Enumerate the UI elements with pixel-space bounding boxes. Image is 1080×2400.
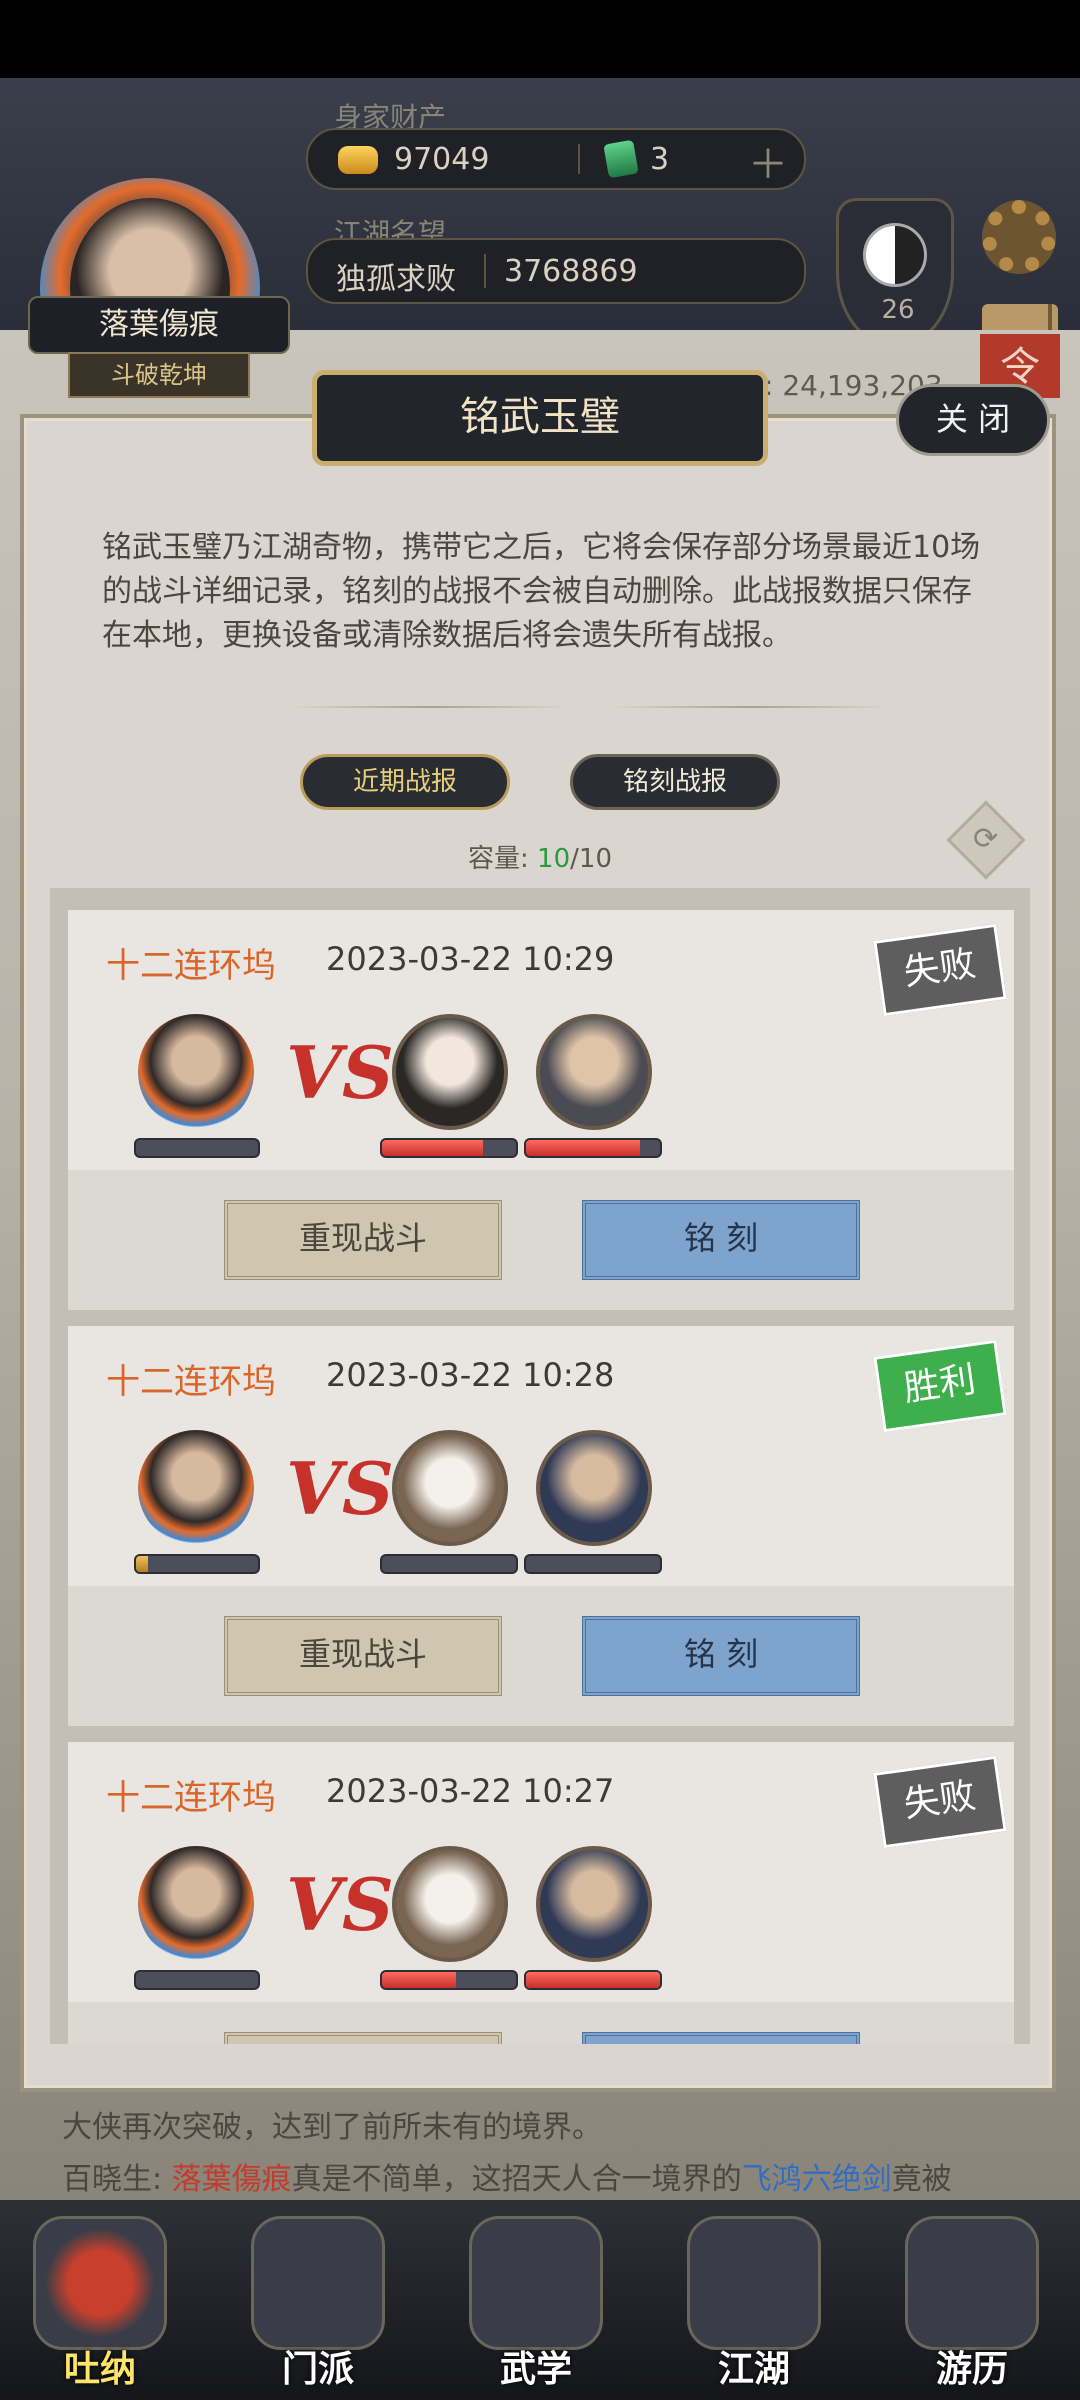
capacity-used: 10 <box>537 844 571 874</box>
battle-location: 十二连环坞 <box>106 946 276 986</box>
battle-card: 十二连环坞 2023-03-22 10:29 失败 VS 重现战斗 铭 刻 <box>68 910 1014 1310</box>
battle-card: 十二连环坞 2023-03-22 10:27 失败 VS 重现战斗 铭 刻 <box>68 1742 1014 2044</box>
divider-right <box>610 706 890 708</box>
travel-icon <box>905 2216 1039 2350</box>
meditation-icon <box>33 2216 167 2350</box>
capacity-total: /10 <box>570 844 612 874</box>
enemy-avatar[interactable] <box>536 1014 652 1130</box>
player-avatar-small <box>138 1846 254 1962</box>
engrave-button[interactable]: 铭 刻 <box>582 1200 860 1280</box>
player-avatar-small <box>138 1014 254 1130</box>
capacity-indicator: 容量: 10/10 <box>468 844 612 874</box>
enemy-avatar[interactable] <box>392 1430 508 1546</box>
vs-icon: VS <box>286 1446 394 1531</box>
vs-icon: VS <box>286 1030 394 1115</box>
battle-time: 2023-03-22 10:29 <box>326 940 615 978</box>
enemy-hp-bar <box>380 1970 518 1990</box>
gold-amount: 97049 <box>394 142 490 177</box>
nav-meditation[interactable]: 吐纳 <box>10 2216 190 2396</box>
engrave-button[interactable]: 铭 刻 <box>582 1616 860 1696</box>
chat-log: 大侠再次突破，达到了前所未有的境界。 百晓生: 落葉傷痕真是不简单，这招天人合一… <box>62 2102 1052 2206</box>
fame-bar: 独孤求败 3768869 <box>306 238 806 304</box>
player-hp-bar <box>134 1554 260 1574</box>
enemy-hp-bar <box>524 1970 662 1990</box>
dialog-title: 铭武玉璧 <box>312 370 768 466</box>
bottom-navigation: 吐纳 门派 武学 江湖 游历 <box>0 2200 1080 2400</box>
jade-amount: 3 <box>650 142 670 177</box>
result-stamp: 失败 <box>873 923 1007 1017</box>
tab-engraved-reports[interactable]: 铭刻战报 <box>570 754 780 810</box>
dialog-description: 铭武玉璧乃江湖奇物，携带它之后，它将会保存部分场景最近10场的战斗详细记录，铭刻… <box>102 530 981 653</box>
yin-yang-icon <box>863 223 927 287</box>
fame-value: 3768869 <box>504 254 638 289</box>
level-badge[interactable]: 26 <box>836 198 954 348</box>
gold-ingot-icon <box>338 146 378 174</box>
battle-report-list[interactable]: 十二连环坞 2023-03-22 10:29 失败 VS 重现战斗 铭 刻 十二… <box>50 888 1030 2044</box>
divider-left <box>290 706 570 708</box>
status-bar <box>0 0 1080 78</box>
enemy-avatar[interactable] <box>392 1014 508 1130</box>
replay-battle-button[interactable]: 重现战斗 <box>224 2032 502 2044</box>
battle-card: 十二连环坞 2023-03-22 10:28 胜利 VS 重现战斗 铭 刻 <box>68 1326 1014 1726</box>
player-avatar-small <box>138 1430 254 1546</box>
nav-sect[interactable]: 门派 <box>228 2216 408 2396</box>
player-hp-bar <box>134 1970 260 1990</box>
wealth-bar: 97049 3 ＋ <box>306 128 806 190</box>
player-hp-bar <box>134 1138 260 1158</box>
enemy-hp-bar <box>380 1138 518 1158</box>
add-currency-button[interactable]: ＋ <box>748 132 788 190</box>
result-stamp: 胜利 <box>873 1339 1007 1433</box>
enemy-avatar[interactable] <box>536 1846 652 1962</box>
jade-icon <box>603 139 639 179</box>
fame-title: 独孤求败 <box>336 262 456 297</box>
level-value: 26 <box>881 295 915 325</box>
player-title: 斗破乾坤 <box>68 352 250 398</box>
chat-line: 百晓生: 落葉傷痕真是不简单，这招天人合一境界的飞鸿六绝剑竟被 <box>62 2162 952 2197</box>
battle-time: 2023-03-22 10:28 <box>326 1356 615 1394</box>
battle-time: 2023-03-22 10:27 <box>326 1772 615 1810</box>
close-button[interactable]: 关 闭 <box>896 384 1050 456</box>
jianghu-icon <box>687 2216 821 2350</box>
engrave-button[interactable]: 铭 刻 <box>582 2032 860 2044</box>
enemy-avatar[interactable] <box>536 1430 652 1546</box>
replay-battle-button[interactable]: 重现战斗 <box>224 1200 502 1280</box>
top-header: ♂ 身家财产 97049 3 ＋ 江湖名望 独孤求败 3768869 26 <box>0 78 1080 398</box>
nav-martial-arts[interactable]: 武学 <box>446 2216 626 2396</box>
nav-travel[interactable]: 游历 <box>882 2216 1062 2396</box>
player-name: 落葉傷痕 <box>28 296 290 354</box>
enemy-hp-bar <box>524 1138 662 1158</box>
battle-location: 十二连环坞 <box>106 1362 276 1402</box>
enemy-avatar[interactable] <box>392 1846 508 1962</box>
result-stamp: 失败 <box>873 1755 1007 1849</box>
gear-icon[interactable] <box>982 200 1056 274</box>
vs-icon: VS <box>286 1862 394 1947</box>
chat-line: 大侠再次突破，达到了前所未有的境界。 <box>62 2110 602 2145</box>
nav-jianghu[interactable]: 江湖 <box>664 2216 844 2396</box>
battle-location: 十二连环坞 <box>106 1778 276 1818</box>
enemy-hp-bar <box>380 1554 518 1574</box>
enemy-hp-bar <box>524 1554 662 1574</box>
martial-arts-icon <box>469 2216 603 2350</box>
tab-recent-reports[interactable]: 近期战报 <box>300 754 510 810</box>
sect-icon <box>251 2216 385 2350</box>
replay-battle-button[interactable]: 重现战斗 <box>224 1616 502 1696</box>
